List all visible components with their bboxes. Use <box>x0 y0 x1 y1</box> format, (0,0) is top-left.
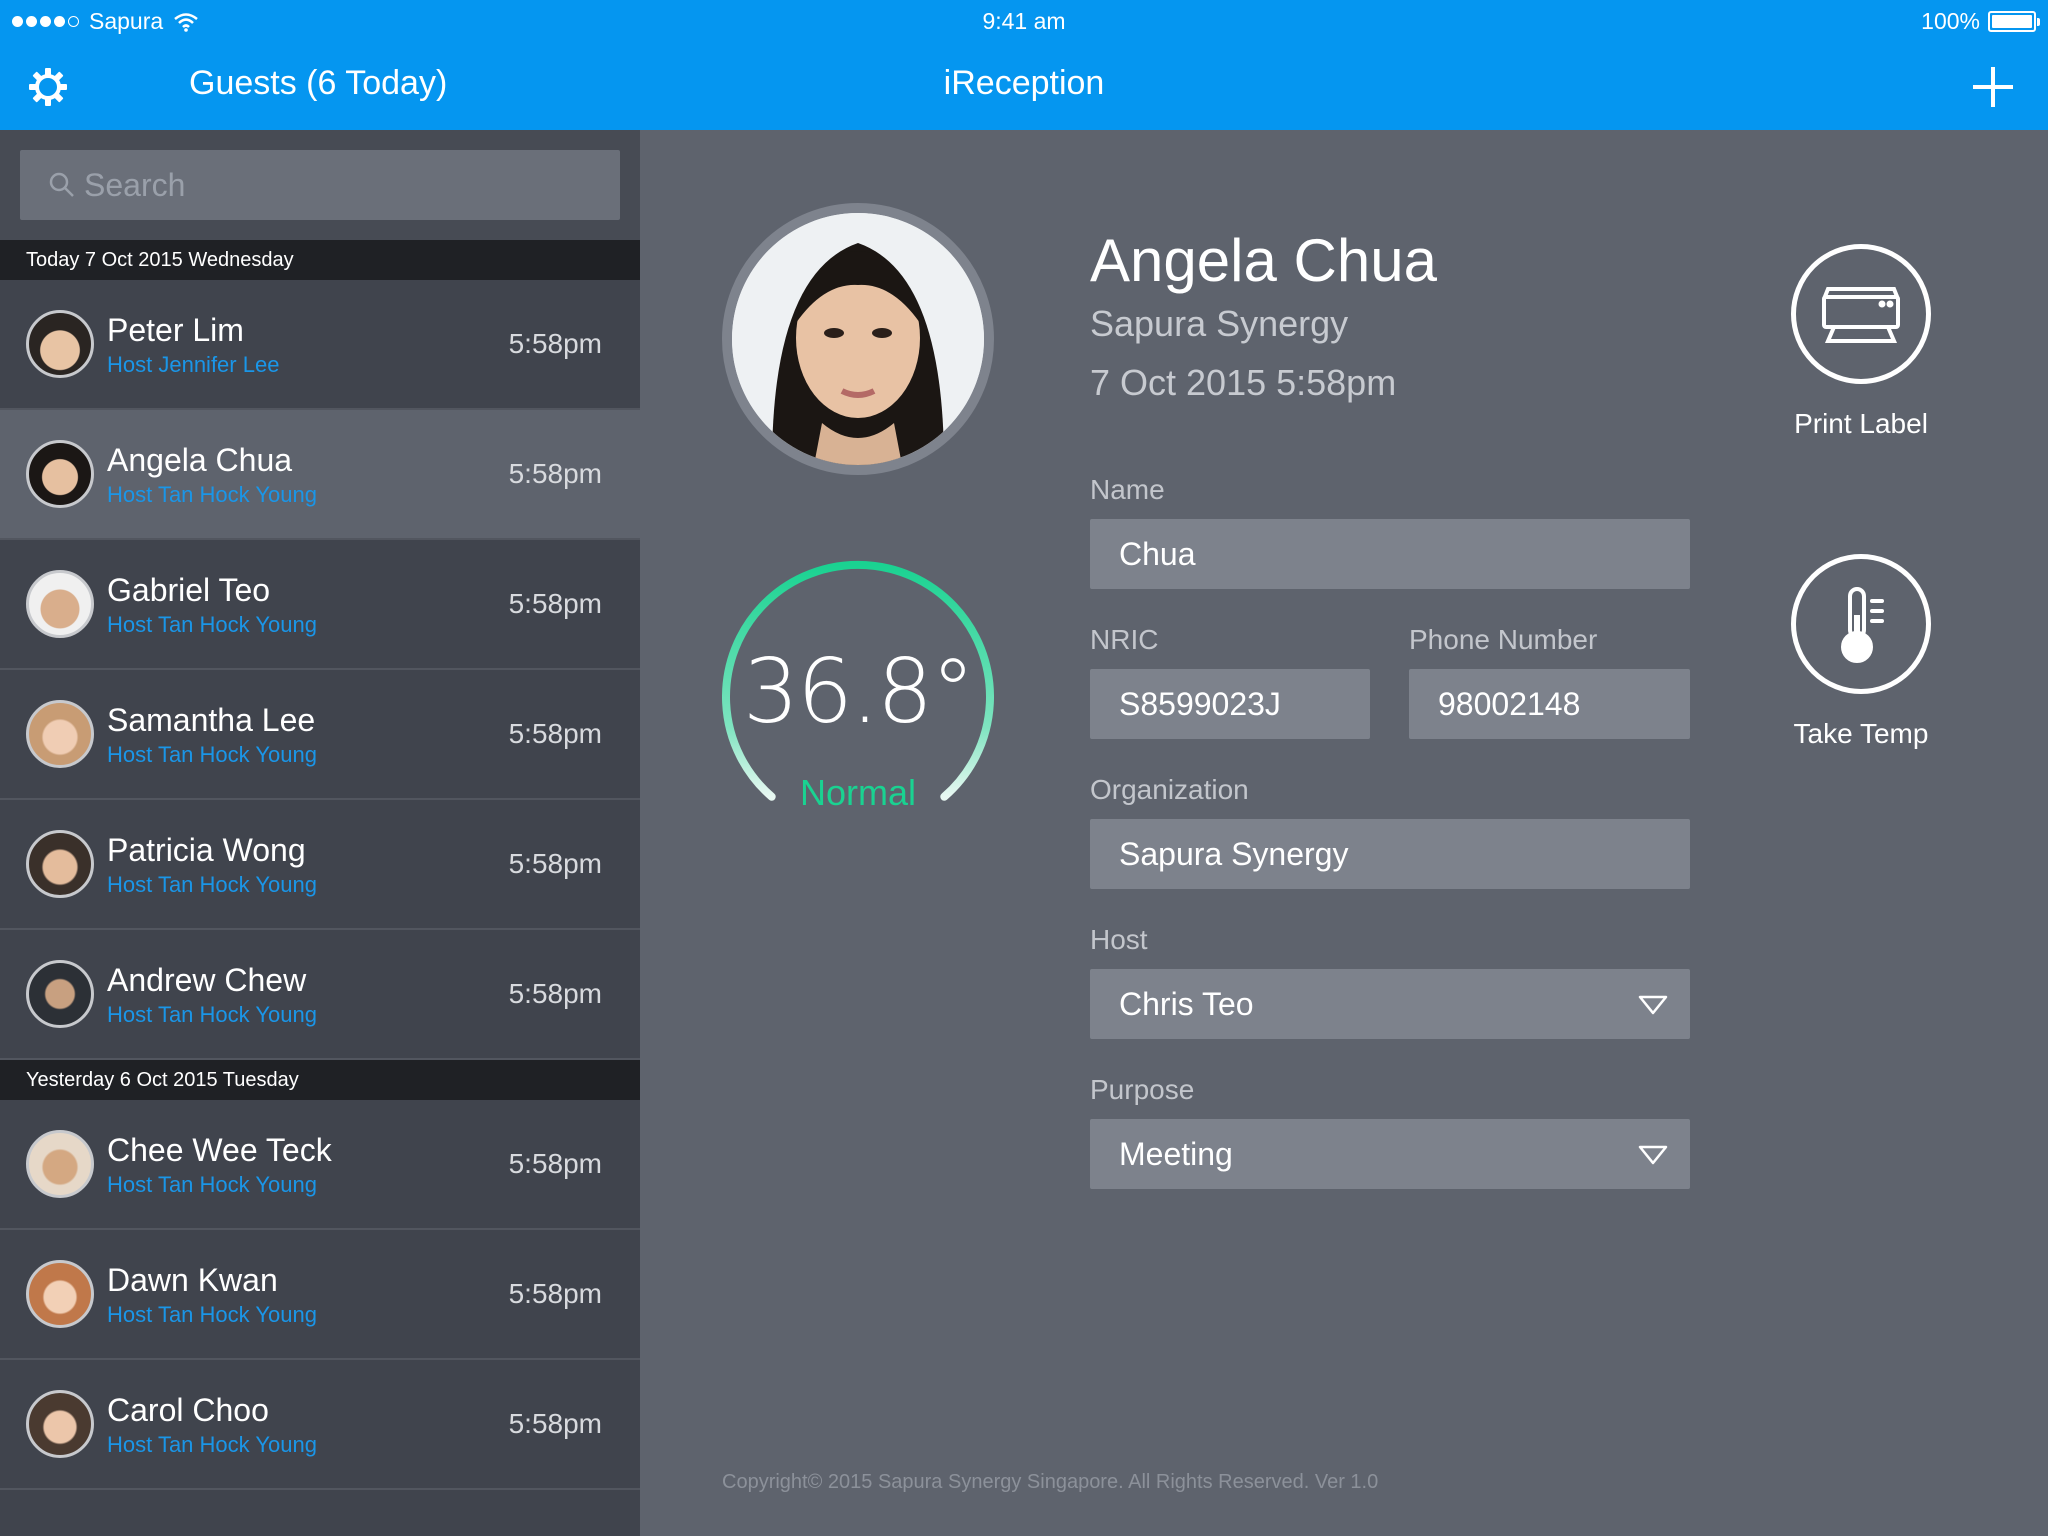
temperature-value: 36.8° <box>743 640 975 743</box>
purpose-label: Purpose <box>1090 1074 1195 1105</box>
avatar <box>26 830 94 898</box>
copyright-footer: Copyright© 2015 Sapura Synergy Singapore… <box>722 1471 1379 1493</box>
guest-host: Host Tan Hock Young <box>107 742 317 767</box>
temperature-status: Normal <box>799 772 916 813</box>
guest-row-selected[interactable]: Angela Chua Host Tan Hock Young 5:58pm <box>0 410 640 540</box>
avatar <box>26 310 94 378</box>
guest-row[interactable]: Patricia Wong Host Tan Hock Young 5:58pm <box>0 800 640 930</box>
organization-label: Organization <box>1090 774 1249 805</box>
top-bar: Sapura 9:41 am 100% Guests (6 Today) iRe… <box>0 0 2048 130</box>
nric-label: NRIC <box>1090 624 1159 655</box>
search-icon <box>49 172 74 197</box>
avatar <box>26 1390 94 1458</box>
take-temp-text: Take Temp <box>1793 718 1929 749</box>
guest-time: 5:58pm <box>508 848 602 879</box>
name-field[interactable]: Chua <box>1090 519 1690 589</box>
visitor-organization: Sapura Synergy <box>1090 303 1349 344</box>
avatar <box>26 440 94 508</box>
chevron-down-icon <box>1638 995 1668 1015</box>
phone-label: Phone Number <box>1409 624 1598 655</box>
battery-percent: 100% <box>1921 8 1980 34</box>
guest-name: Andrew Chew <box>107 962 307 998</box>
guest-name: Carol Choo <box>107 1392 269 1428</box>
app-title: iReception <box>943 64 1105 102</box>
purpose-select-value: Meeting <box>1119 1136 1233 1172</box>
guest-host: Host Jennifer Lee <box>107 352 280 377</box>
take-temp-button[interactable] <box>1791 554 1931 694</box>
print-label-text: Print Label <box>1794 408 1928 439</box>
chevron-down-icon <box>1638 1145 1668 1165</box>
guest-host: Host Tan Hock Young <box>107 1002 317 1027</box>
guest-row[interactable]: Dawn Kwan Host Tan Hock Young 5:58pm <box>0 1230 640 1360</box>
guest-host: Host Tan Hock Young <box>107 1432 317 1457</box>
guest-row[interactable]: Samantha Lee Host Tan Hock Young 5:58pm <box>0 670 640 800</box>
search-input[interactable] <box>84 166 604 204</box>
guest-name: Gabriel Teo <box>107 572 271 608</box>
guest-time: 5:58pm <box>508 978 602 1009</box>
guest-name: Chee Wee Teck <box>107 1132 332 1168</box>
guest-name: Angela Chua <box>107 442 293 478</box>
host-select-value: Chris Teo <box>1119 986 1254 1022</box>
avatar <box>26 1130 94 1198</box>
name-label: Name <box>1090 474 1165 505</box>
visitor-photo <box>722 203 994 475</box>
visitor-name: Angela Chua <box>1090 227 1437 294</box>
guest-name: Dawn Kwan <box>107 1262 278 1298</box>
guest-name: Samantha Lee <box>107 702 316 738</box>
guest-time: 5:58pm <box>508 1278 602 1309</box>
guest-name: Patricia Wong <box>107 832 306 868</box>
guest-row[interactable]: Chee Wee Teck Host Tan Hock Young 5:58pm <box>0 1100 640 1230</box>
visitor-datetime: 7 Oct 2015 5:58pm <box>1090 362 1397 403</box>
guest-row[interactable]: Peter Lim Host Jennifer Lee 5:58pm <box>0 280 640 410</box>
host-select[interactable]: Chris Teo <box>1090 969 1690 1039</box>
guest-host: Host Tan Hock Young <box>107 612 317 637</box>
section-header-today: Today 7 Oct 2015 Wednesday <box>0 240 640 280</box>
guest-host: Host Tan Hock Young <box>107 1172 317 1197</box>
phone-field[interactable]: 98002148 <box>1409 669 1690 739</box>
print-label-button[interactable] <box>1791 244 1931 384</box>
guest-host: Host Tan Hock Young <box>107 872 317 897</box>
status-time: 9:41 am <box>982 8 1066 34</box>
guest-time: 5:58pm <box>508 588 602 619</box>
guest-time: 5:58pm <box>508 328 602 359</box>
battery-icon <box>1988 11 2040 32</box>
guest-time: 5:58pm <box>508 1148 602 1179</box>
avatar <box>26 960 94 1028</box>
printer-icon <box>1822 287 1900 343</box>
guest-host: Host Tan Hock Young <box>107 1302 317 1327</box>
guest-name: Peter Lim <box>107 312 244 348</box>
guest-host: Host Tan Hock Young <box>107 482 317 507</box>
plus-icon[interactable] <box>1972 66 2014 108</box>
nric-field[interactable]: S8599023J <box>1090 669 1370 739</box>
guest-sidebar: Today 7 Oct 2015 Wednesday Peter Lim Hos… <box>0 130 640 1536</box>
avatar <box>26 1260 94 1328</box>
search-bar <box>0 130 640 240</box>
avatar <box>26 570 94 638</box>
host-label: Host <box>1090 924 1148 955</box>
search-box[interactable] <box>20 150 620 220</box>
thermometer-icon <box>1841 587 1884 663</box>
purpose-select[interactable]: Meeting <box>1090 1119 1690 1189</box>
guest-row[interactable]: Gabriel Teo Host Tan Hock Young 5:58pm <box>0 540 640 670</box>
visitor-portrait-image <box>732 213 984 465</box>
guest-row[interactable]: Andrew Chew Host Tan Hock Young 5:58pm <box>0 930 640 1060</box>
guest-time: 5:58pm <box>508 458 602 489</box>
guest-row[interactable]: Carol Choo Host Tan Hock Young 5:58pm <box>0 1360 640 1490</box>
avatar <box>26 700 94 768</box>
organization-field[interactable]: Sapura Synergy <box>1090 819 1690 889</box>
section-header-yesterday: Yesterday 6 Oct 2015 Tuesday <box>0 1060 640 1100</box>
guest-time: 5:58pm <box>508 1408 602 1439</box>
status-bar: Sapura 9:41 am 100% <box>0 0 2048 42</box>
guest-time: 5:58pm <box>508 718 602 749</box>
